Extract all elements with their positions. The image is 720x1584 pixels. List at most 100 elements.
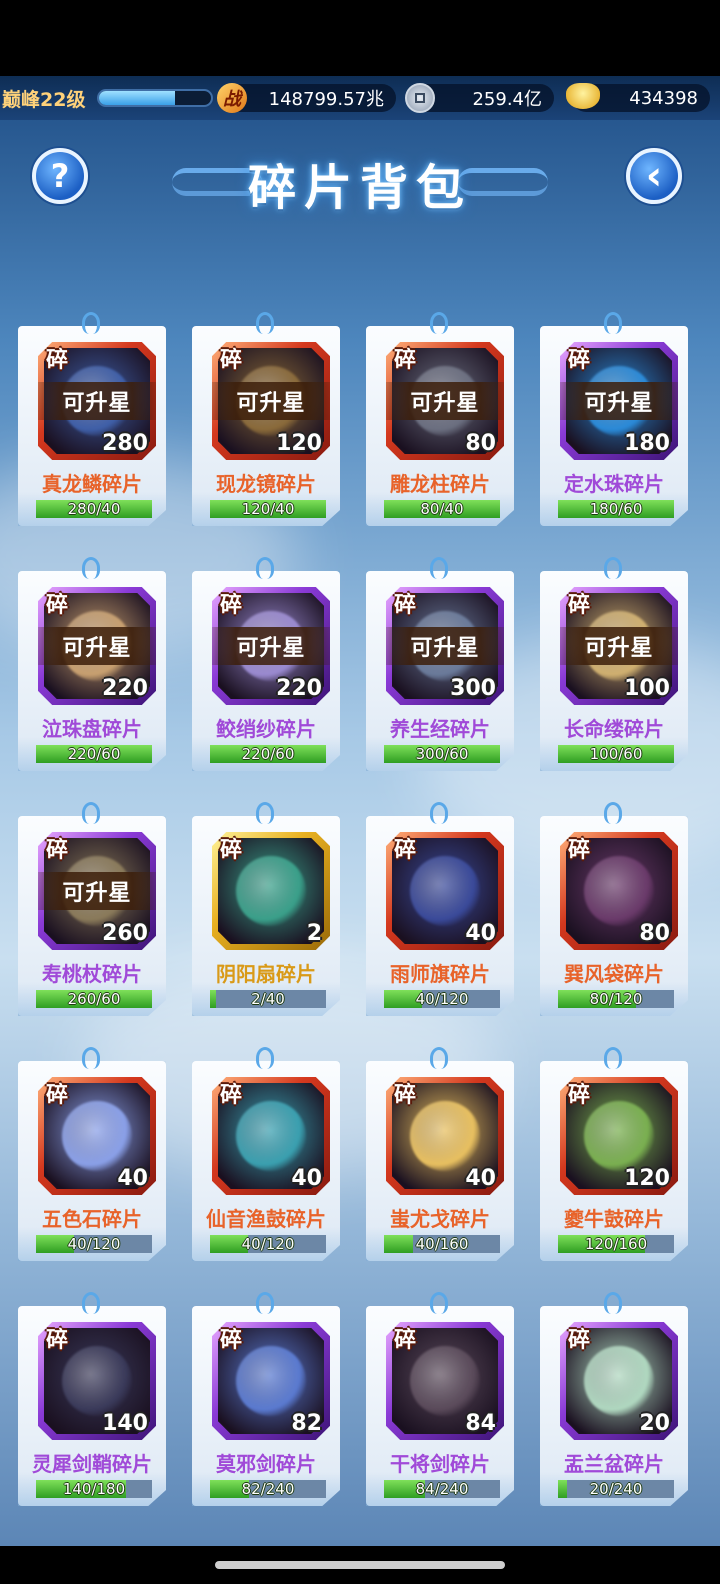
item-name: 巽风袋碎片 bbox=[564, 962, 664, 986]
back-button[interactable]: ‹ bbox=[626, 148, 682, 204]
back-arrow-icon: ‹ bbox=[645, 153, 663, 199]
item-image-icon bbox=[62, 1346, 132, 1416]
fragment-card[interactable]: 碎 84 干将剑碎片 84/240 bbox=[366, 1292, 514, 1506]
upgrade-star-label: 可升星 bbox=[38, 382, 156, 420]
item-name: 定水珠碎片 bbox=[564, 472, 664, 496]
upgrade-star-label: 可升星 bbox=[560, 627, 678, 665]
item-count: 40 bbox=[465, 921, 496, 946]
item-name: 鲛绡纱碎片 bbox=[216, 717, 316, 741]
combat-power-display: 148799.57兆 bbox=[226, 84, 396, 112]
hanging-hook-icon bbox=[430, 312, 448, 334]
top-black-bar bbox=[0, 0, 720, 76]
item-name: 雨师旗碎片 bbox=[390, 962, 490, 986]
item-frame: 碎 可升星 80 bbox=[386, 342, 504, 460]
fragment-card[interactable]: 碎 可升星 180 定水珠碎片 180/60 bbox=[540, 312, 688, 526]
item-image-icon bbox=[584, 1101, 654, 1171]
item-name: 灵犀剑鞘碎片 bbox=[32, 1452, 152, 1476]
fragment-card[interactable]: 碎 可升星 220 泣珠盘碎片 220/60 bbox=[18, 557, 166, 771]
progress-text: 2/40 bbox=[251, 990, 285, 1008]
fragment-card[interactable]: 碎 可升星 100 长命缕碎片 100/60 bbox=[540, 557, 688, 771]
progress-bar: 220/60 bbox=[36, 745, 152, 763]
progress-text: 40/120 bbox=[415, 990, 469, 1008]
fragment-card[interactable]: 碎 120 夔牛鼓碎片 120/160 bbox=[540, 1047, 688, 1261]
hanging-hook-icon bbox=[82, 802, 100, 824]
item-frame: 碎 80 bbox=[560, 832, 678, 950]
fragment-card[interactable]: 碎 2 阴阳扇碎片 2/40 bbox=[192, 802, 340, 1016]
fragment-card[interactable]: 碎 140 灵犀剑鞘碎片 140/180 bbox=[18, 1292, 166, 1506]
item-count: 260 bbox=[102, 921, 148, 946]
item-name: 盂兰盆碎片 bbox=[564, 1452, 664, 1476]
progress-bar: 80/120 bbox=[558, 990, 674, 1008]
xp-bar-fill bbox=[99, 91, 176, 105]
item-count: 220 bbox=[102, 676, 148, 701]
item-name: 雕龙柱碎片 bbox=[390, 472, 490, 496]
item-image-icon bbox=[410, 1101, 480, 1171]
fragment-card[interactable]: 碎 20 盂兰盆碎片 20/240 bbox=[540, 1292, 688, 1506]
hanging-hook-icon bbox=[256, 802, 274, 824]
progress-bar: 100/60 bbox=[558, 745, 674, 763]
item-frame: 碎 20 bbox=[560, 1322, 678, 1440]
home-indicator[interactable] bbox=[215, 1561, 505, 1569]
hanging-hook-icon bbox=[256, 1292, 274, 1314]
gold-value: 434398 bbox=[629, 87, 698, 109]
fragment-card[interactable]: 碎 82 莫邪剑碎片 82/240 bbox=[192, 1292, 340, 1506]
progress-bar: 40/120 bbox=[36, 1235, 152, 1253]
item-count: 220 bbox=[276, 676, 322, 701]
item-frame: 碎 可升星 100 bbox=[560, 587, 678, 705]
fragment-card[interactable]: 碎 可升星 260 寿桃杖碎片 260/60 bbox=[18, 802, 166, 1016]
item-count: 2 bbox=[306, 921, 322, 946]
item-count: 300 bbox=[450, 676, 496, 701]
item-frame: 碎 可升星 220 bbox=[212, 587, 330, 705]
progress-bar: 180/60 bbox=[558, 500, 674, 518]
fragment-card[interactable]: 碎 40 雨师旗碎片 40/120 bbox=[366, 802, 514, 1016]
item-image-icon bbox=[410, 856, 480, 926]
item-frame: 碎 可升星 220 bbox=[38, 587, 156, 705]
fragment-card[interactable]: 碎 40 蚩尤戈碎片 40/160 bbox=[366, 1047, 514, 1261]
item-name: 真龙鳞碎片 bbox=[42, 472, 142, 496]
upgrade-star-label: 可升星 bbox=[212, 627, 330, 665]
fragment-card[interactable]: 碎 可升星 120 现龙镜碎片 120/40 bbox=[192, 312, 340, 526]
hanging-hook-icon bbox=[604, 1292, 622, 1314]
fragment-card[interactable]: 碎 可升星 80 雕龙柱碎片 80/40 bbox=[366, 312, 514, 526]
progress-bar: 220/60 bbox=[210, 745, 326, 763]
item-frame: 碎 可升星 300 bbox=[386, 587, 504, 705]
progress-text: 220/60 bbox=[241, 745, 295, 763]
item-count: 120 bbox=[624, 1166, 670, 1191]
progress-text: 180/60 bbox=[589, 500, 643, 518]
progress-text: 40/120 bbox=[67, 1235, 121, 1253]
help-button[interactable]: ? bbox=[32, 148, 88, 204]
fragment-card[interactable]: 碎 可升星 300 养生经碎片 300/60 bbox=[366, 557, 514, 771]
item-image-icon bbox=[236, 1101, 306, 1171]
hanging-hook-icon bbox=[430, 1292, 448, 1314]
progress-bar: 82/240 bbox=[210, 1480, 326, 1498]
item-frame: 碎 可升星 180 bbox=[560, 342, 678, 460]
item-count: 120 bbox=[276, 431, 322, 456]
item-count: 80 bbox=[639, 921, 670, 946]
fragment-card[interactable]: 碎 40 仙音渔鼓碎片 40/120 bbox=[192, 1047, 340, 1261]
hanging-hook-icon bbox=[82, 1292, 100, 1314]
hanging-hook-icon bbox=[430, 1047, 448, 1069]
fragment-card[interactable]: 碎 40 五色石碎片 40/120 bbox=[18, 1047, 166, 1261]
silver-value: 259.4亿 bbox=[472, 89, 542, 110]
item-frame: 碎 120 bbox=[560, 1077, 678, 1195]
progress-bar: 300/60 bbox=[384, 745, 500, 763]
progress-bar: 80/40 bbox=[384, 500, 500, 518]
item-count: 40 bbox=[465, 1166, 496, 1191]
fragment-card[interactable]: 碎 80 巽风袋碎片 80/120 bbox=[540, 802, 688, 1016]
item-count: 40 bbox=[291, 1166, 322, 1191]
fragment-card[interactable]: 碎 可升星 280 真龙鳞碎片 280/40 bbox=[18, 312, 166, 526]
item-count: 180 bbox=[624, 431, 670, 456]
peak-level-label: 巅峰22级 bbox=[2, 88, 86, 111]
progress-bar: 120/40 bbox=[210, 500, 326, 518]
hanging-hook-icon bbox=[604, 1047, 622, 1069]
hanging-hook-icon bbox=[256, 557, 274, 579]
page-title: 碎片背包 bbox=[247, 160, 472, 216]
item-frame: 碎 84 bbox=[386, 1322, 504, 1440]
fragment-card[interactable]: 碎 可升星 220 鲛绡纱碎片 220/60 bbox=[192, 557, 340, 771]
item-frame: 碎 40 bbox=[212, 1077, 330, 1195]
progress-text: 80/40 bbox=[420, 500, 464, 518]
progress-bar: 40/120 bbox=[210, 1235, 326, 1253]
item-count: 20 bbox=[639, 1411, 670, 1436]
hanging-hook-icon bbox=[604, 557, 622, 579]
item-name: 养生经碎片 bbox=[390, 717, 490, 741]
